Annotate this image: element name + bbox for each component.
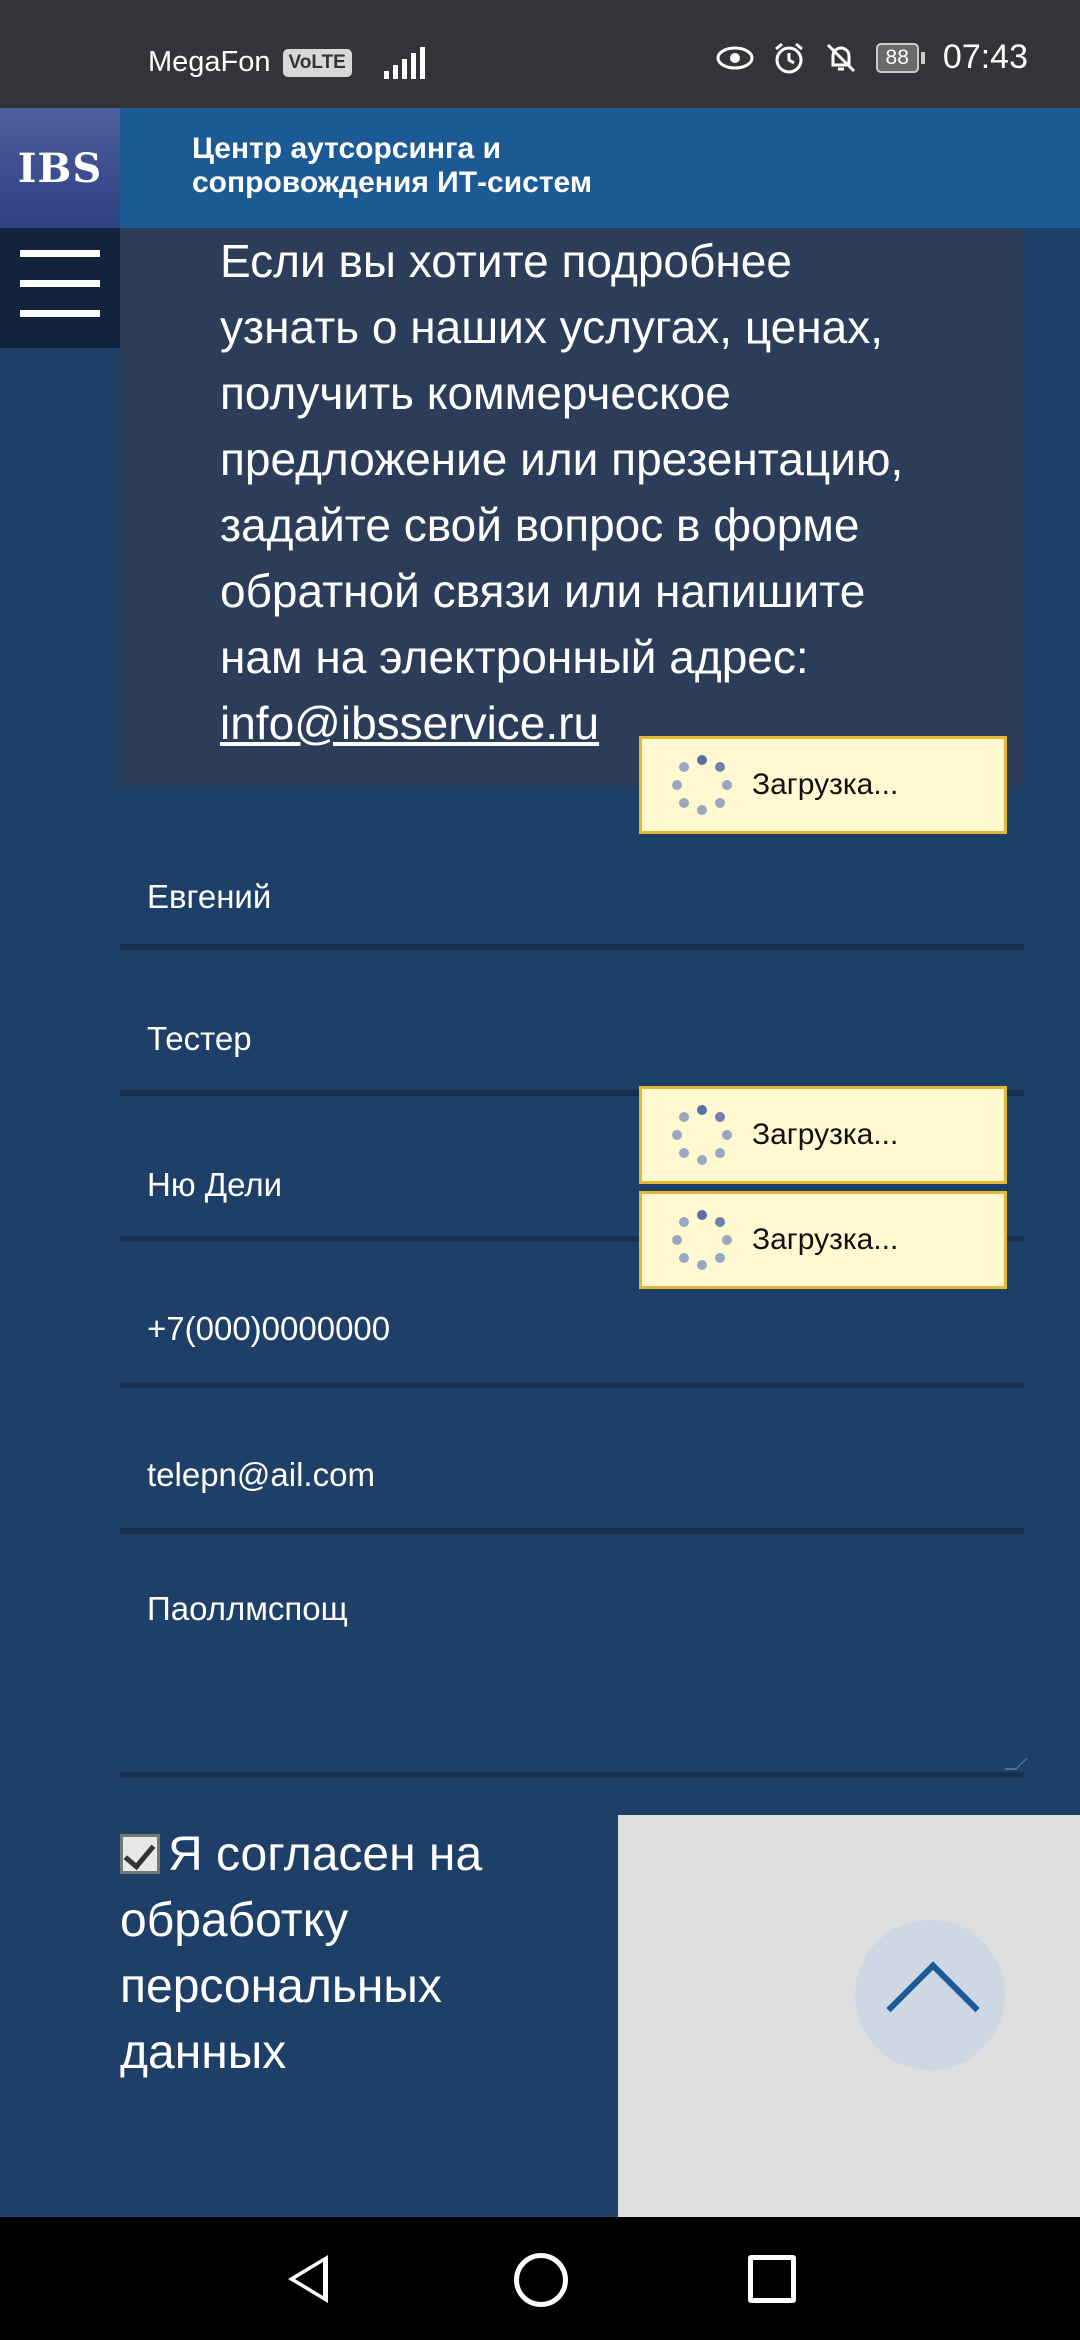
signal-icon [383,46,425,79]
loading-toast: Загрузка... [639,1086,1007,1184]
consent-checkbox[interactable] [120,1834,160,1874]
spinner-icon [672,1210,732,1270]
status-bar: MegaFon VoLTE 88 07:43 [0,0,1080,108]
phone-value: +7(000)0000000 [147,1310,391,1347]
system-nav-bar [0,2217,1080,2340]
info-line: обратной связи или напишите [220,565,866,617]
header-title-line1: Центр аутсорсинга и [192,132,502,165]
info-box: Если вы хотите подробнее узнать о наших … [120,228,1024,786]
header-title[interactable]: Центр аутсорсинга и сопровождения ИТ-сис… [192,132,592,200]
back-icon[interactable] [288,2255,328,2303]
loading-label: Загрузка... [752,768,899,801]
consent-block: Я согласен на обработку персональных дан… [120,1822,640,2086]
mute-bell-icon [826,43,855,72]
loading-toast: Загрузка... [639,736,1007,834]
email-value: telepn@ail.com [147,1456,375,1493]
status-right: 88 07:43 [716,38,1028,77]
city-value: Ню Дели [147,1166,283,1203]
info-line: узнать о наших услугах, ценах, [220,301,884,353]
resize-handle-icon[interactable] [1004,1758,1028,1770]
captcha-placeholder [618,1815,1080,2217]
loading-label: Загрузка... [752,1223,899,1256]
menu-button[interactable] [0,228,120,348]
spinner-icon [672,1105,732,1165]
first-name-field[interactable]: Евгений [120,844,1024,950]
loading-toast: Загрузка... [639,1191,1007,1289]
message-textarea[interactable]: Паоллмспощ [120,1534,1028,1778]
eye-icon [716,46,754,69]
message-value: Паоллмспощ [147,1590,348,1627]
last-name-field[interactable]: Тестер [120,950,1024,1096]
site-header: IBS Центр аутсорсинга и сопровождения ИТ… [0,108,1080,228]
ibs-logo[interactable]: IBS [0,108,120,228]
info-line: получить коммерческое [220,367,731,419]
carrier-name: MegaFon [148,46,271,78]
info-line: Если вы хотите подробнее [220,235,792,287]
consent-label-line1[interactable]: Я согласен на [168,1828,482,1881]
clock: 07:43 [942,38,1028,76]
consent-label-line4[interactable]: данных [120,2020,640,2086]
battery-icon: 88 [875,42,925,73]
recent-apps-icon[interactable] [748,2255,796,2303]
info-line: предложение или презентацию, [220,433,904,485]
header-title-line2: сопровождения ИТ-систем [192,166,593,199]
home-icon[interactable] [514,2253,568,2307]
last-name-value: Тестер [147,1020,252,1057]
email-field[interactable]: telepn@ail.com [120,1388,1024,1534]
status-left: MegaFon VoLTE [148,46,425,79]
info-line: задайте свой вопрос в форме [220,499,860,551]
info-line: нам на электронный адрес: [220,631,809,683]
first-name-value: Евгений [147,878,272,915]
spinner-icon [672,755,732,815]
info-text: Если вы хотите подробнее узнать о наших … [220,228,1000,756]
consent-label-line2[interactable]: обработку [120,1888,640,1954]
alarm-icon [774,42,803,73]
scroll-to-top-button[interactable] [855,1920,1005,2070]
volte-badge: VoLTE [282,48,352,77]
consent-label-line3[interactable]: персональных [120,1954,640,2020]
loading-label: Загрузка... [752,1118,899,1151]
chevron-up-icon [886,1961,980,2055]
battery-level: 88 [875,42,919,73]
